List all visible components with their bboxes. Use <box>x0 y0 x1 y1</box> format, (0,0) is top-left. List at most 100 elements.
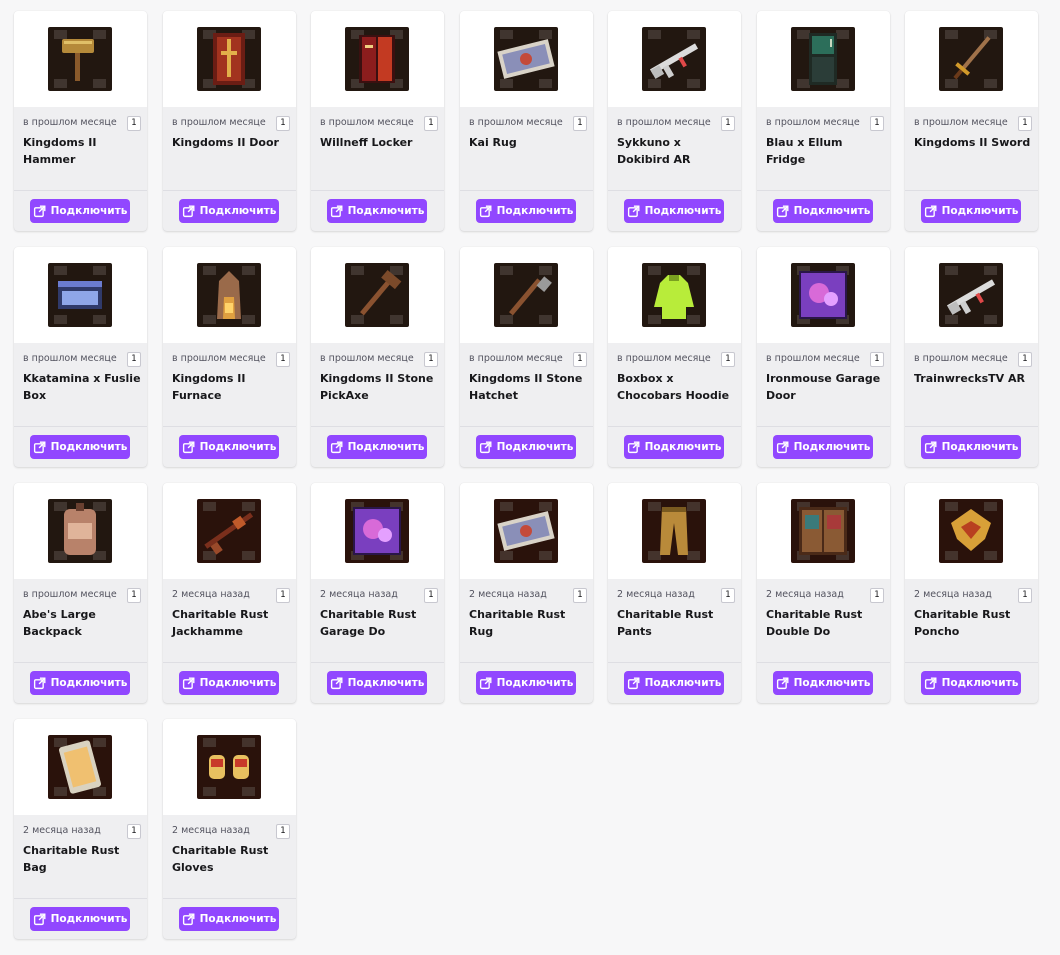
connect-button[interactable]: Подключить <box>30 435 130 459</box>
thumbnail-area <box>460 11 593 107</box>
connect-button-label: Подключить <box>496 205 574 217</box>
external-link-icon <box>33 677 51 690</box>
external-link-icon <box>479 441 497 454</box>
divider <box>14 426 147 427</box>
divider <box>757 662 890 663</box>
connect-button[interactable]: Подключить <box>179 435 279 459</box>
connect-button[interactable]: Подключить <box>476 671 576 695</box>
external-link-icon <box>330 205 348 218</box>
item-title: Kingdoms II Door <box>172 136 279 149</box>
thumbnail-area <box>460 247 593 343</box>
item-thumbnail <box>48 27 112 91</box>
quantity-badge: 1 <box>721 588 735 603</box>
connect-button[interactable]: Подключить <box>327 671 427 695</box>
item-thumbnail <box>494 263 558 327</box>
divider <box>905 426 1038 427</box>
connect-button[interactable]: Подключить <box>921 199 1021 223</box>
connect-button[interactable]: Подключить <box>624 199 724 223</box>
quantity-badge: 1 <box>870 588 884 603</box>
item-title: Kingdoms II Sword <box>914 136 1031 149</box>
divider <box>14 190 147 191</box>
quantity-badge: 1 <box>276 588 290 603</box>
quantity-badge: 1 <box>1018 588 1032 603</box>
connect-button-label: Подключить <box>644 205 722 217</box>
connect-button-label: Подключить <box>347 441 425 453</box>
drop-card: в прошлом месяце 1 TrainwrecksTV AR Подключ… <box>905 247 1038 467</box>
item-title: Kai Rug <box>469 136 517 149</box>
timestamp: 2 месяца назад <box>469 589 547 600</box>
garage-door-icon <box>353 507 401 555</box>
connect-button[interactable]: Подключить <box>773 199 873 223</box>
connect-button[interactable]: Подключить <box>476 199 576 223</box>
connect-button[interactable]: Подключить <box>30 907 130 931</box>
drop-card: 2 месяца назад 1 Charitable Rust Garage Do… <box>311 483 444 703</box>
item-thumbnail <box>345 27 409 91</box>
thumbnail-area <box>14 719 147 815</box>
connect-button-label: Подключить <box>793 205 871 217</box>
quantity-badge: 1 <box>573 352 587 367</box>
external-link-icon <box>924 205 942 218</box>
drops-inventory-grid: в прошлом месяце 1 Kingdoms II Hammer Подкл… <box>0 0 1060 955</box>
timestamp: в прошлом месяце <box>172 117 266 128</box>
item-title: TrainwrecksTV AR <box>914 372 1026 385</box>
item-title: Sykkuno x Dokibird AR <box>617 136 691 166</box>
item-thumbnail <box>345 263 409 327</box>
connect-button[interactable]: Подключить <box>921 671 1021 695</box>
timestamp: в прошлом месяце <box>914 117 1008 128</box>
item-thumbnail <box>939 499 1003 563</box>
connect-button[interactable]: Подключить <box>624 435 724 459</box>
quantity-badge: 1 <box>870 116 884 131</box>
timestamp: 2 месяца назад <box>766 589 844 600</box>
divider <box>460 190 593 191</box>
drop-card: в прошлом месяце 1 Boxbox x Chocobars Hood… <box>608 247 741 467</box>
item-title: Kingdoms II Stone Hatchet <box>469 372 583 402</box>
rug-icon <box>497 511 555 551</box>
connect-button[interactable]: Подключить <box>624 671 724 695</box>
item-thumbnail <box>642 27 706 91</box>
quantity-badge: 1 <box>127 824 141 839</box>
connect-button[interactable]: Подключить <box>327 199 427 223</box>
timestamp: 2 месяца назад <box>320 589 398 600</box>
timestamp: в прошлом месяце <box>320 353 414 364</box>
item-thumbnail <box>345 499 409 563</box>
connect-button[interactable]: Подключить <box>921 435 1021 459</box>
garage-door-icon <box>799 271 847 319</box>
quantity-badge: 1 <box>573 588 587 603</box>
timestamp: в прошлом месяце <box>469 353 563 364</box>
connect-button[interactable]: Подключить <box>327 435 427 459</box>
external-link-icon <box>182 677 200 690</box>
item-thumbnail <box>197 735 261 799</box>
item-thumbnail <box>791 263 855 327</box>
thumbnail-area <box>311 247 444 343</box>
quantity-badge: 1 <box>870 352 884 367</box>
item-title: Charitable Rust Gloves <box>172 844 269 874</box>
connect-button[interactable]: Подключить <box>30 671 130 695</box>
item-thumbnail <box>48 263 112 327</box>
external-link-icon <box>330 677 348 690</box>
external-link-icon <box>924 677 942 690</box>
connect-button[interactable]: Подключить <box>30 199 130 223</box>
external-link-icon <box>182 913 200 926</box>
external-link-icon <box>479 205 497 218</box>
door-icon <box>213 33 245 85</box>
divider <box>608 190 741 191</box>
connect-button[interactable]: Подключить <box>179 671 279 695</box>
external-link-icon <box>182 441 200 454</box>
item-thumbnail <box>791 27 855 91</box>
connect-button[interactable]: Подключить <box>773 435 873 459</box>
connect-button[interactable]: Подключить <box>179 907 279 931</box>
timestamp: 2 месяца назад <box>172 825 250 836</box>
connect-button[interactable]: Подключить <box>773 671 873 695</box>
poncho-icon <box>951 509 991 551</box>
quantity-badge: 1 <box>424 116 438 131</box>
item-thumbnail <box>197 499 261 563</box>
connect-button[interactable]: Подключить <box>476 435 576 459</box>
thumbnail-area <box>14 483 147 579</box>
connect-button[interactable]: Подключить <box>179 199 279 223</box>
thumbnail-area <box>905 11 1038 107</box>
divider <box>14 662 147 663</box>
external-link-icon <box>776 205 794 218</box>
drop-card: в прошлом месяце 1 Kingdoms II Hammer Подкл… <box>14 11 147 231</box>
connect-button-label: Подключить <box>793 677 871 689</box>
jackhammer-icon <box>204 512 254 555</box>
